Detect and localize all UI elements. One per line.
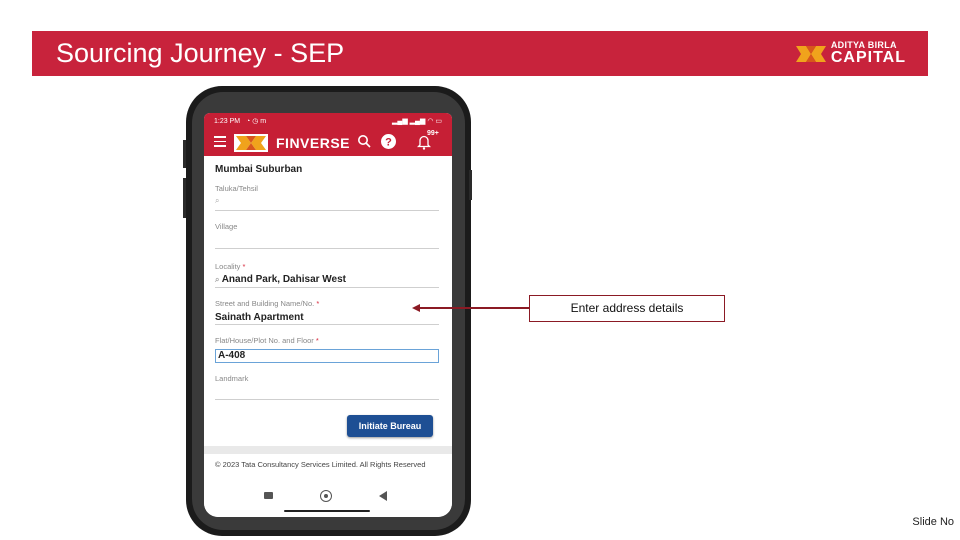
back-icon[interactable] — [379, 491, 387, 501]
slide-number: Slide No — [912, 516, 954, 528]
slide-title: Sourcing Journey - SEP — [56, 38, 345, 68]
street-value: Sainath Apartment — [215, 312, 304, 323]
notification-badge: 99+ — [427, 130, 439, 137]
search-icon[interactable] — [357, 134, 371, 148]
field-underline — [215, 324, 439, 325]
finverse-logo-icon — [234, 134, 268, 152]
app-bar: FINVERSE ? 99+ — [204, 129, 452, 156]
landmark-label: Landmark — [215, 374, 249, 383]
flat-label: Flat/House/Plot No. and Floor * — [215, 336, 319, 345]
svg-text:?: ? — [385, 137, 392, 149]
landmark-field[interactable]: Landmark — [215, 374, 439, 400]
village-label: Village — [215, 222, 238, 231]
status-time: 1:23 PM — [214, 118, 241, 125]
menu-icon[interactable] — [214, 136, 226, 147]
status-notification-icons: ◔ ◷ m — [246, 118, 267, 125]
copyright-footer: © 2023 Tata Consultancy Services Limited… — [215, 460, 426, 469]
flat-field[interactable]: Flat/House/Plot No. and Floor * — [215, 336, 439, 345]
annotation-callout: Enter address details — [529, 295, 725, 322]
brand-name-bottom: CAPITAL — [830, 49, 906, 66]
home-icon[interactable] — [320, 490, 332, 502]
field-underline — [215, 210, 439, 211]
initiate-bureau-button[interactable]: Initiate Bureau — [347, 415, 433, 437]
section-divider — [204, 446, 452, 454]
search-icon: ⌕ — [215, 275, 222, 284]
address-form: Mumbai Suburban Taluka/Tehsil ⌕ Village … — [204, 156, 452, 446]
search-icon: ⌕ — [215, 196, 220, 205]
street-label: Street and Building Name/No. * — [215, 299, 320, 308]
android-nav-bar — [204, 490, 452, 517]
field-underline — [215, 248, 439, 249]
slide-header: Sourcing Journey - SEP ADITYA BIRLA CAPI… — [32, 31, 928, 76]
phone-screen: 1:23 PM ◔ ◷ m ▂▄▆ ▂▄▆ ◠ ▭ FINVERSE ? 99+ — [204, 113, 452, 517]
flat-input[interactable]: A-408 — [215, 349, 439, 363]
brand-logo: ADITYA BIRLA CAPITAL — [795, 41, 906, 66]
street-field[interactable]: Street and Building Name/No. * Sainath A… — [215, 299, 439, 325]
volume-button — [183, 178, 186, 218]
field-underline — [215, 399, 439, 400]
taluka-label: Taluka/Tehsil — [215, 184, 258, 193]
recents-icon[interactable] — [264, 492, 273, 499]
district-field[interactable]: Mumbai Suburban — [215, 164, 439, 175]
locality-field[interactable]: Locality * ⌕ Anand Park, Dahisar West — [215, 262, 439, 288]
status-bar: 1:23 PM ◔ ◷ m ▂▄▆ ▂▄▆ ◠ ▭ — [204, 113, 452, 129]
app-name: FINVERSE — [276, 135, 351, 151]
village-field[interactable]: Village — [215, 222, 439, 249]
annotation-arrow — [416, 307, 529, 309]
aditya-birla-logo-icon — [795, 45, 826, 62]
field-underline — [215, 287, 439, 288]
district-value: Mumbai Suburban — [215, 164, 303, 175]
power-button — [469, 170, 472, 200]
taluka-field[interactable]: Taluka/Tehsil ⌕ — [215, 184, 439, 211]
help-icon[interactable]: ? — [380, 133, 397, 150]
status-signal-icons: ▂▄▆ ▂▄▆ ◠ ▭ — [391, 118, 442, 125]
locality-label: Locality * — [215, 262, 246, 271]
volume-button — [183, 140, 186, 168]
annotation-arrow-head — [412, 304, 420, 312]
home-indicator — [284, 510, 370, 512]
locality-value: ⌕ Anand Park, Dahisar West — [215, 274, 347, 285]
